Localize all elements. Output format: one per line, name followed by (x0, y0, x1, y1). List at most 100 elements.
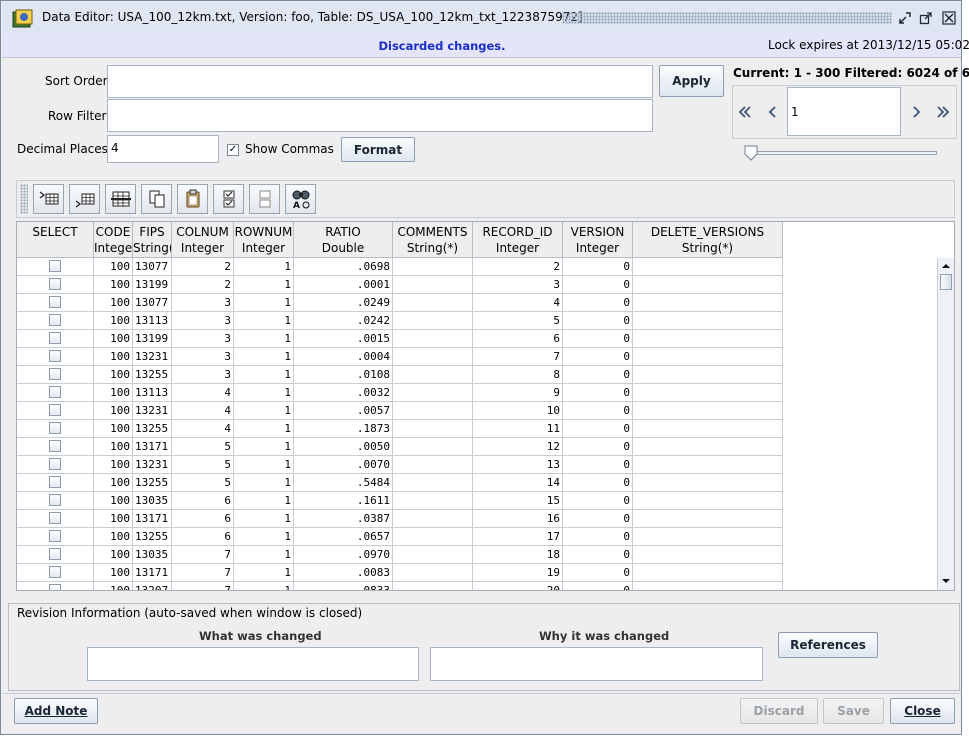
column-header-record-id[interactable]: RECORD_ID Integer (473, 222, 563, 258)
cell-record-id[interactable]: 19 (473, 564, 563, 582)
cell-rownum[interactable]: 1 (234, 348, 294, 366)
cell-fips[interactable]: 13255 (133, 528, 172, 546)
cell-version[interactable]: 0 (563, 474, 633, 492)
cell-code[interactable]: 100 (94, 384, 133, 402)
cell-version[interactable]: 0 (563, 456, 633, 474)
insert-row-below-icon[interactable] (69, 184, 100, 214)
cell-version[interactable]: 0 (563, 276, 633, 294)
cell-rownum[interactable]: 1 (234, 456, 294, 474)
cell-rownum[interactable]: 1 (234, 276, 294, 294)
cell-ratio[interactable]: .0070 (294, 456, 393, 474)
row-select-checkbox[interactable] (49, 368, 61, 380)
cell-colnum[interactable]: 3 (172, 312, 234, 330)
row-select-checkbox[interactable] (49, 278, 61, 290)
clear-selection-icon[interactable] (249, 184, 280, 214)
cell-code[interactable]: 100 (94, 402, 133, 420)
table-row[interactable]: 100 13255 3 1.0108 8 0 (17, 366, 783, 384)
select-all-icon[interactable] (213, 184, 244, 214)
cell-record-id[interactable]: 11 (473, 420, 563, 438)
cell-rownum[interactable]: 1 (234, 438, 294, 456)
cell-version[interactable]: 0 (563, 384, 633, 402)
cell-code[interactable]: 100 (94, 312, 133, 330)
cell-code[interactable]: 100 (94, 510, 133, 528)
cell-rownum[interactable]: 1 (234, 330, 294, 348)
cell-comments[interactable] (393, 330, 473, 348)
cell-record-id[interactable]: 14 (473, 474, 563, 492)
cell-rownum[interactable]: 1 (234, 258, 294, 276)
close-button[interactable]: Close (890, 698, 955, 724)
cell-ratio[interactable]: .5484 (294, 474, 393, 492)
cell-comments[interactable] (393, 384, 473, 402)
cell-version[interactable]: 0 (563, 564, 633, 582)
cell-ratio[interactable]: .0015 (294, 330, 393, 348)
cell-fips[interactable]: 13077 (133, 294, 172, 312)
cell-ratio[interactable]: .0833 (294, 582, 393, 590)
cell-code[interactable]: 100 (94, 330, 133, 348)
decimal-places-input[interactable]: 4 (107, 135, 219, 163)
cell-delete-versions[interactable] (633, 456, 783, 474)
cell-code[interactable]: 100 (94, 420, 133, 438)
column-header-select[interactable]: SELECT (17, 222, 94, 258)
cell-delete-versions[interactable] (633, 366, 783, 384)
cell-colnum[interactable]: 7 (172, 582, 234, 590)
cell-code[interactable]: 100 (94, 474, 133, 492)
cell-colnum[interactable]: 7 (172, 564, 234, 582)
row-select-checkbox[interactable] (49, 440, 61, 452)
row-select-checkbox[interactable] (49, 260, 61, 272)
cell-record-id[interactable]: 12 (473, 438, 563, 456)
table-row[interactable]: 100 13171 5 1.0050 12 0 (17, 438, 783, 456)
column-header-fips[interactable]: FIPS String(6) (133, 222, 172, 258)
cell-delete-versions[interactable] (633, 384, 783, 402)
page-slider-thumb[interactable] (744, 145, 758, 161)
cell-record-id[interactable]: 20 (473, 582, 563, 590)
row-select-checkbox[interactable] (49, 386, 61, 398)
scroll-up-icon[interactable] (939, 259, 953, 273)
cell-ratio[interactable]: .0242 (294, 312, 393, 330)
cell-delete-versions[interactable] (633, 510, 783, 528)
cell-comments[interactable] (393, 312, 473, 330)
cell-comments[interactable] (393, 420, 473, 438)
cell-ratio[interactable]: .0657 (294, 528, 393, 546)
cell-code[interactable]: 100 (94, 366, 133, 384)
cell-rownum[interactable]: 1 (234, 582, 294, 590)
show-commas-checkbox[interactable]: ✓ (227, 144, 239, 156)
row-select-checkbox[interactable] (49, 494, 61, 506)
cell-fips[interactable]: 13171 (133, 438, 172, 456)
cell-ratio[interactable]: .0970 (294, 546, 393, 564)
cell-version[interactable]: 0 (563, 312, 633, 330)
table-row[interactable]: 100 13231 5 1.0070 13 0 (17, 456, 783, 474)
cell-colnum[interactable]: 4 (172, 420, 234, 438)
cell-colnum[interactable]: 3 (172, 294, 234, 312)
cell-comments[interactable] (393, 402, 473, 420)
cell-rownum[interactable]: 1 (234, 294, 294, 312)
page-slider-track[interactable] (745, 151, 937, 155)
cell-fips[interactable]: 13035 (133, 492, 172, 510)
cell-fips[interactable]: 13171 (133, 510, 172, 528)
cell-fips[interactable]: 13113 (133, 384, 172, 402)
cell-rownum[interactable]: 1 (234, 312, 294, 330)
scroll-thumb[interactable] (940, 274, 952, 290)
cell-rownum[interactable]: 1 (234, 384, 294, 402)
cell-delete-versions[interactable] (633, 474, 783, 492)
cell-ratio[interactable]: .0032 (294, 384, 393, 402)
cell-delete-versions[interactable] (633, 294, 783, 312)
cell-comments[interactable] (393, 492, 473, 510)
cell-fips[interactable]: 13255 (133, 366, 172, 384)
cell-record-id[interactable]: 8 (473, 366, 563, 384)
cell-version[interactable]: 0 (563, 492, 633, 510)
cell-fips[interactable]: 13199 (133, 330, 172, 348)
cell-code[interactable]: 100 (94, 294, 133, 312)
cell-colnum[interactable]: 6 (172, 528, 234, 546)
cell-rownum[interactable]: 1 (234, 402, 294, 420)
cell-rownum[interactable]: 1 (234, 420, 294, 438)
cell-comments[interactable] (393, 276, 473, 294)
cell-fips[interactable]: 13113 (133, 312, 172, 330)
row-select-checkbox[interactable] (49, 548, 61, 560)
cell-code[interactable]: 100 (94, 276, 133, 294)
cell-colnum[interactable]: 3 (172, 366, 234, 384)
cell-version[interactable]: 0 (563, 420, 633, 438)
cell-rownum[interactable]: 1 (234, 474, 294, 492)
table-row[interactable]: 100 13171 6 1.0387 16 0 (17, 510, 783, 528)
cell-ratio[interactable]: .1611 (294, 492, 393, 510)
cell-delete-versions[interactable] (633, 582, 783, 590)
